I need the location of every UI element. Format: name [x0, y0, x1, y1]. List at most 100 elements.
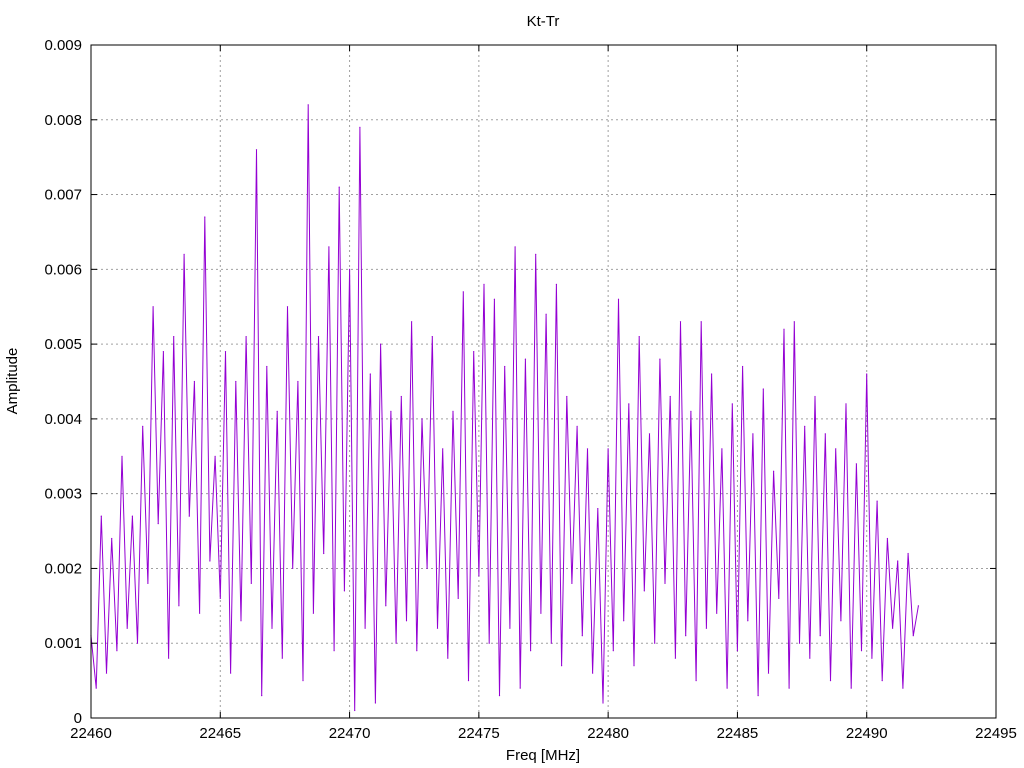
data-point [628, 403, 630, 405]
y-tick-label: 0.009 [44, 37, 82, 54]
data-point [261, 695, 263, 697]
y-tick-label: 0.001 [44, 635, 82, 652]
data-point [829, 680, 832, 682]
data-point [142, 425, 144, 427]
chart-title: Kt-Tr [527, 13, 560, 30]
data-point [731, 403, 733, 405]
data-point [643, 590, 645, 592]
data-point [819, 635, 821, 637]
data-point [804, 425, 806, 427]
data-point [509, 627, 511, 629]
data-point [374, 702, 376, 704]
data-point [576, 425, 578, 427]
data-point [447, 657, 449, 659]
data-point [586, 448, 589, 450]
series-line [90, 104, 919, 711]
data-point [493, 298, 495, 300]
data-point [219, 597, 221, 600]
data-point [250, 582, 252, 585]
data-point [323, 552, 325, 555]
data-point [147, 582, 149, 585]
data-point [845, 403, 847, 405]
data-point [757, 695, 759, 697]
data-point [364, 627, 366, 629]
y-tick-label: 0.005 [44, 336, 82, 353]
data-point [395, 642, 397, 644]
data-point [111, 537, 113, 540]
data-point [648, 433, 651, 435]
data-point [297, 380, 299, 383]
data-point [519, 687, 521, 689]
data-point [726, 687, 728, 689]
data-point [892, 627, 894, 629]
data-point [173, 336, 175, 338]
x-tick-label: 22480 [587, 725, 629, 742]
data-point [659, 358, 661, 360]
x-tick-label: 22485 [717, 725, 759, 742]
data-point [136, 642, 139, 644]
data-point [674, 657, 677, 659]
data-point [400, 395, 402, 398]
data-point [695, 680, 697, 682]
chart: 22460 22465 22470 22475 22480 22485 22490 22495… [4, 13, 1017, 764]
data-point [426, 567, 428, 570]
data-point [767, 672, 770, 674]
data-point [654, 642, 656, 644]
data-point [866, 373, 868, 375]
y-tick-label: 0.007 [44, 187, 82, 204]
data-point [633, 665, 635, 667]
data-point [736, 650, 739, 652]
data-point [380, 343, 382, 345]
data-point [824, 433, 826, 435]
x-tick-label: 22495 [975, 725, 1017, 742]
data-point [467, 680, 470, 682]
data-point [162, 351, 164, 353]
y-tick-label: 0.004 [44, 411, 82, 428]
data-point [230, 672, 232, 674]
data-point [271, 627, 273, 629]
data-point [597, 508, 599, 510]
data-point [555, 283, 558, 285]
data-point [421, 418, 423, 420]
data-point [835, 448, 837, 450]
data-point [498, 695, 501, 697]
data-point [897, 560, 899, 562]
data-point [488, 642, 490, 644]
data-point [312, 612, 314, 614]
series-kt-tr [90, 104, 920, 712]
y-tick-label: 0.008 [44, 112, 82, 129]
data-point [157, 523, 159, 525]
data-point [566, 395, 568, 398]
data-point [700, 321, 702, 323]
data-point [783, 328, 785, 330]
data-point [224, 351, 227, 353]
data-point [338, 186, 340, 188]
data-point [679, 321, 682, 323]
data-point [669, 395, 671, 398]
data-point [814, 395, 816, 398]
data-point [235, 380, 237, 383]
data-point [245, 336, 247, 338]
data-point [871, 657, 873, 659]
data-point [721, 448, 723, 450]
data-point [886, 537, 889, 540]
data-point [457, 597, 459, 600]
data-point [773, 470, 775, 472]
data-point [131, 515, 133, 517]
data-point [405, 620, 408, 622]
data-point [540, 612, 542, 614]
data-point [778, 597, 780, 600]
data-point [514, 246, 516, 248]
data-point [266, 365, 268, 368]
data-point [664, 582, 666, 585]
data-point [612, 650, 614, 652]
data-point [411, 321, 413, 323]
data-point [793, 321, 795, 323]
data-point [685, 635, 687, 637]
data-point [193, 380, 195, 383]
y-tick-label: 0.002 [44, 560, 82, 577]
data-point [168, 657, 170, 659]
data-point [121, 455, 123, 457]
data-point [504, 365, 506, 368]
data-point [385, 605, 387, 607]
